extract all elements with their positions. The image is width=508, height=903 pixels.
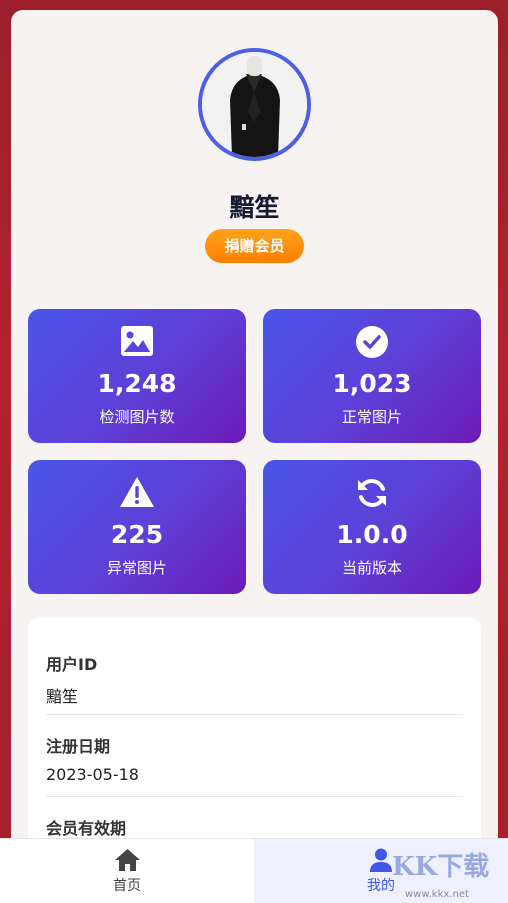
image-icon xyxy=(28,325,246,359)
home-icon xyxy=(0,848,254,872)
check-circle-icon xyxy=(263,325,481,359)
stat-value: 1,023 xyxy=(332,369,412,398)
member-badge[interactable]: 捐赠会员 xyxy=(205,229,304,263)
watermark-url: www.kkx.net xyxy=(405,889,469,900)
info-label: 会员有效期 xyxy=(46,819,127,838)
info-label: 用户ID xyxy=(46,655,98,674)
divider xyxy=(46,796,463,797)
username: 黯笙 xyxy=(229,193,280,222)
stat-label: 异常图片 xyxy=(106,559,167,577)
stat-label: 当前版本 xyxy=(341,559,402,577)
refresh-icon xyxy=(263,476,481,510)
info-value: 黯笙 xyxy=(46,687,79,706)
stat-value: 225 xyxy=(110,520,164,549)
stat-label: 检测图片数 xyxy=(99,408,175,426)
tab-label: 首页 xyxy=(113,878,141,894)
info-label: 注册日期 xyxy=(46,737,111,756)
stat-card-detected[interactable]: 1,248 检测图片数 xyxy=(28,309,246,443)
info-row-user-id: 用户ID 黯笙 xyxy=(46,651,463,707)
stat-value: 1.0.0 xyxy=(336,520,408,549)
warning-icon xyxy=(28,476,246,510)
stat-label: 正常图片 xyxy=(341,408,402,426)
stat-card-version[interactable]: 1.0.0 当前版本 xyxy=(263,460,481,594)
stat-card-abnormal[interactable]: 225 异常图片 xyxy=(28,460,246,594)
info-value: 2023-05-18 xyxy=(46,765,139,784)
info-row-register-date: 注册日期 2023-05-18 xyxy=(46,733,463,784)
divider xyxy=(46,714,463,715)
avatar[interactable] xyxy=(198,48,311,161)
stat-card-normal[interactable]: 1,023 正常图片 xyxy=(263,309,481,443)
watermark-logo: KK下载 xyxy=(392,852,490,882)
avatar-image xyxy=(202,52,307,157)
profile-card: 黯笙 捐赠会员 1,248 检测图片数 1,023 正常图片 225 异常图片 … xyxy=(11,10,498,903)
stat-value: 1,248 xyxy=(97,369,177,398)
tab-home[interactable]: 首页 xyxy=(0,839,254,903)
